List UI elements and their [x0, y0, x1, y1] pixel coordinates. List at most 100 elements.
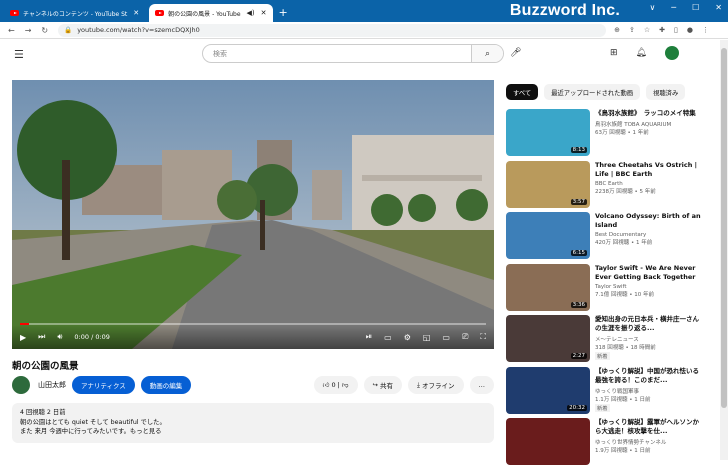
recommendation-item[interactable]: 2:27 愛知出身の元日本兵・横井庄一さんの生涯を振り返る... メ～テレニュース 3… [506, 315, 706, 365]
microphone-icon[interactable]: 🎤︎ [510, 48, 521, 58]
minimize-button[interactable]: ─ [671, 3, 676, 12]
recommendation-meta: 63万 回視聴 • 1 年前 [595, 130, 649, 136]
sidebar-icon[interactable]: ▯ [674, 26, 678, 34]
recommendation-item[interactable]: 6:15 Volcano Odyssey: Birth of an Island B… [506, 212, 706, 262]
video-actions: 👍︎ 0 | 👎︎ ↪ 共有 ⤓ オフライン … [313, 376, 494, 394]
recommendation-title[interactable]: 愛知出身の元日本兵・横井庄一さんの生涯を振り返る... [595, 315, 703, 333]
create-video-icon[interactable]: ⊞ [610, 48, 618, 58]
next-icon[interactable]: ⏭ [38, 332, 45, 342]
search-input[interactable]: 検索 [203, 49, 471, 59]
filter-all[interactable]: すべて [506, 84, 539, 100]
channel-name[interactable]: 山田太郎 [38, 380, 66, 390]
edit-video-button[interactable]: 動画の編集 [140, 376, 192, 394]
like-button[interactable]: 👍︎ 0 | 👎︎ [313, 376, 358, 394]
recommendation-title[interactable]: Taylor Swift - We Are Never Ever Getting… [595, 264, 703, 282]
url-field[interactable]: 🔒 youtube.com/watch?v=szemcDQXJh0 [58, 23, 607, 37]
recommendation-title[interactable]: 《鳥羽水族館》 ラッコのメイ特集 [595, 109, 703, 118]
tab-search-icon[interactable]: ∨ [649, 3, 655, 12]
header-actions: ⊞ 🔔︎ [610, 46, 679, 60]
recommendation-thumbnail[interactable] [506, 418, 590, 465]
hamburger-menu-icon[interactable]: ☰ [14, 48, 24, 61]
volume-icon[interactable]: 🔊︎ [57, 332, 62, 342]
tab-channel-content[interactable]: チャンネルのコンテンツ - YouTube St ✕ [4, 4, 145, 22]
recommendation-channel[interactable]: メ～テレニュース [595, 335, 703, 343]
play-icon[interactable]: ▶ [20, 333, 26, 342]
theater-mode-icon[interactable]: ▭ [442, 333, 450, 342]
miniplayer-icon[interactable]: ◱ [423, 333, 431, 342]
new-tab-button[interactable]: + [279, 6, 288, 19]
close-window-button[interactable]: ✕ [715, 3, 722, 12]
description-meta: 4 回視聴 2 日前 [20, 409, 66, 416]
recommendation-channel[interactable]: 鳥羽水族館 TOBA AQUARIUM [595, 120, 703, 128]
youtube-favicon-icon [155, 10, 165, 16]
extensions-icon[interactable]: ✚ [659, 26, 665, 34]
recommendation-info: Taylor Swift - We Are Never Ever Getting… [595, 264, 703, 314]
search-box[interactable]: 検索 ⌕ [202, 44, 504, 63]
recommendation-thumbnail[interactable]: 8:13 [506, 109, 590, 156]
account-avatar[interactable] [664, 46, 679, 60]
back-icon[interactable]: ← [8, 26, 15, 35]
recommendation-meta: 1.9万 回視聴 • 1 日前 [595, 448, 651, 454]
recommendation-item[interactable]: 3:36 Taylor Swift - We Are Never Ever Get… [506, 263, 706, 314]
recommendation-title[interactable]: Three Cheetahs Vs Ostrich | Life | BBC E… [595, 161, 703, 179]
recommendation-thumbnail[interactable]: 3:57 [506, 160, 590, 208]
cast-icon[interactable]: ⎚ [462, 332, 468, 342]
recommendation-item[interactable]: 20:32 【ゆっくり解説】中国が恐れ怯いる最強を誇る！このまだ... ゆっくり戦国… [506, 366, 706, 417]
analytics-button[interactable]: アナリティクス [72, 376, 135, 394]
recommendation-thumbnail[interactable]: 3:36 [506, 263, 590, 311]
recommendation-thumbnail[interactable]: 2:27 [506, 315, 590, 362]
thumbs-down-icon[interactable]: 👎︎ [342, 381, 349, 389]
filter-recent[interactable]: 最近アップロードされた動画 [544, 84, 641, 100]
recommendation-title[interactable]: 【ゆっくり解説】露軍がヘルソンから大逃走！核攻撃を仕... [595, 418, 703, 436]
recommendation-thumbnail[interactable]: 20:32 [506, 366, 590, 414]
recommendation-thumbnail[interactable]: 6:15 [506, 212, 590, 259]
share-icon[interactable]: ⇪ [629, 26, 635, 34]
tab-label: 朝の公園の風景 - YouTube [168, 10, 241, 18]
recommendation-meta: 7.1億 回視聴 • 10 年前 [595, 291, 654, 298]
recommendation-info: 【ゆっくり解説】露軍がヘルソンから大逃走！核攻撃を仕... ゆっくり世界情勢チャン… [595, 418, 703, 468]
search-icon[interactable]: ⌕ [471, 45, 503, 62]
mute-tab-icon[interactable]: ◀) [247, 9, 255, 17]
video-player[interactable]: ▶ ⏭ 🔊︎ 0:00 / 0:09 ⏯ ▭ ⚙ ◱ ▭ ⎚ ⛶ [12, 80, 494, 349]
duration-badge: 6:15 [570, 250, 587, 256]
settings-gear-icon[interactable]: ⚙ [404, 333, 411, 342]
close-tab-icon[interactable]: ✕ [133, 9, 139, 17]
recommendation-meta: 1.1万 回視聴 • 1 日前 [595, 396, 651, 403]
browser-menu-icon[interactable]: ⋮ [702, 26, 709, 34]
forward-icon[interactable]: → [25, 26, 32, 35]
bookmark-star-icon[interactable]: ☆ [644, 26, 650, 34]
recommendation-title[interactable]: Volcano Odyssey: Birth of an Island [595, 212, 703, 230]
navigation-buttons: ← → ↻ [8, 26, 48, 35]
reload-icon[interactable]: ↻ [41, 26, 48, 35]
duration-badge: 3:36 [570, 301, 587, 308]
fullscreen-icon[interactable]: ⛶ [480, 332, 486, 342]
offline-button[interactable]: ⤓ オフライン [408, 376, 464, 394]
maximize-button[interactable]: ☐ [692, 3, 699, 12]
recommendation-channel[interactable]: ゆっくり戦国軍事 [595, 387, 703, 395]
close-tab-icon[interactable]: ✕ [261, 9, 267, 17]
autoplay-toggle-icon[interactable]: ⏯ [366, 332, 372, 342]
notifications-bell-icon[interactable]: 🔔︎ [636, 48, 647, 58]
offline-label: オフライン [422, 382, 455, 390]
more-actions-button[interactable]: … [469, 376, 494, 394]
player-right-controls: ⏯ ▭ ⚙ ◱ ▭ ⎚ ⛶ [366, 332, 486, 342]
filter-watched[interactable]: 視聴済み [646, 84, 686, 100]
recommendation-meta: 318 回視聴 • 18 時間前 [595, 345, 656, 351]
subtitles-icon[interactable]: ▭ [384, 333, 392, 342]
scrollbar-thumb[interactable] [721, 48, 727, 408]
recommendation-channel[interactable]: ゆっくり世界情勢チャンネル [595, 438, 703, 446]
channel-avatar[interactable] [12, 376, 30, 394]
recommendation-title[interactable]: 【ゆっくり解説】中国が恐れ怯いる最強を誇る！このまだ... [595, 367, 703, 385]
recommendation-item[interactable]: 【ゆっくり解説】露軍がヘルソンから大逃走！核攻撃を仕... ゆっくり世界情勢チャン… [506, 418, 706, 468]
description-box[interactable]: 4 回視聴 2 日前 朝の公園はとても quiet そして beautiful … [12, 403, 494, 443]
new-badge: 新着 [595, 352, 610, 360]
share-button[interactable]: ↪ 共有 [363, 376, 403, 394]
install-icon[interactable]: ⊕ [614, 26, 620, 34]
recommendation-filters: すべて 最近アップロードされた動画 視聴済み [506, 84, 686, 100]
tab-current-video[interactable]: 朝の公園の風景 - YouTube ◀) ✕ [149, 4, 273, 22]
page-scrollbar[interactable] [720, 40, 728, 460]
profile-icon[interactable]: ● [687, 26, 693, 34]
recommendation-item[interactable]: 3:57 Three Cheetahs Vs Ostrich | Life | B… [506, 160, 706, 211]
description-line: また 来月 今週中に行ってみたいです。もっと見る [20, 428, 162, 435]
recommendation-item[interactable]: 8:13 《鳥羽水族館》 ラッコのメイ特集 鳥羽水族館 TOBA AQUARIUM 6… [506, 109, 706, 159]
